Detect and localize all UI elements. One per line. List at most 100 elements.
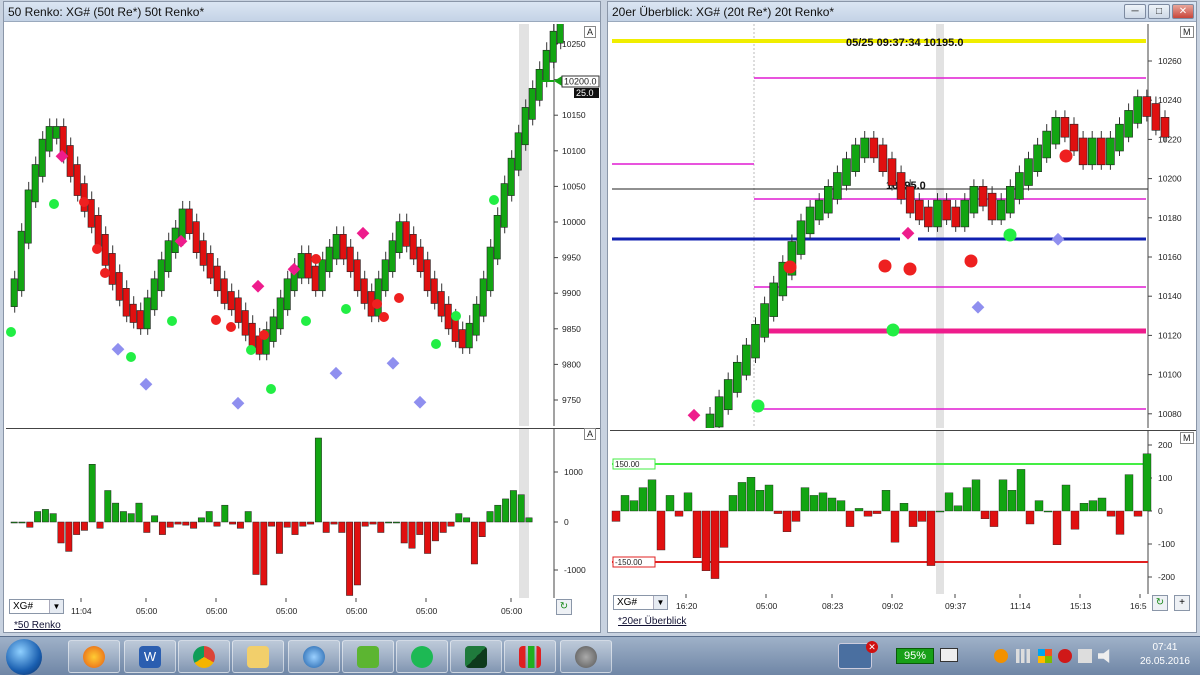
avast-icon[interactable] [994, 649, 1008, 663]
negative-bar [710, 510, 720, 579]
violet-diamond [231, 396, 245, 410]
bear-brick [94, 215, 102, 247]
refresh-icon[interactable]: ↻ [1152, 595, 1168, 611]
gimp-icon[interactable] [560, 640, 612, 673]
bull-brick [996, 199, 1006, 221]
bear-brick [213, 265, 221, 292]
minimize-button[interactable]: ─ [1124, 4, 1146, 19]
bull-brick [824, 186, 833, 214]
right-osc-tick-label: 200 [1158, 440, 1172, 450]
thunderbird-icon[interactable] [288, 640, 340, 673]
explorer-folder-icon[interactable] [232, 640, 284, 673]
bull-brick [960, 199, 970, 228]
left-osc-a-label[interactable]: A [584, 428, 597, 440]
bear-brick [416, 246, 424, 273]
left-osc-tick-label: 1000 [564, 467, 583, 477]
battery-indicator[interactable]: 95% [896, 648, 934, 664]
left-osc-pane[interactable]: 1000 0 -1000 [6, 428, 600, 598]
bear-brick [185, 208, 193, 234]
positive-bar [151, 515, 159, 523]
bear-brick [304, 253, 312, 279]
right-m-label[interactable]: M [1180, 26, 1194, 38]
right-osc-chart[interactable]: 200 100 0 -100 -200 150.00 -150.00 [610, 431, 1196, 594]
close-button[interactable]: ✕ [1172, 4, 1194, 19]
bear-brick [101, 234, 109, 266]
evernote-icon[interactable] [342, 640, 394, 673]
left-instrument-select[interactable]: XG# ▼ [9, 599, 64, 614]
bull-brick [31, 164, 39, 203]
green-signal-dot [126, 352, 136, 362]
negative-bar [431, 521, 439, 542]
right-instrument-select[interactable]: XG# ▼ [613, 595, 668, 610]
bear-brick [978, 186, 988, 207]
positive-bar [455, 513, 463, 523]
bear-brick [1078, 137, 1088, 166]
right-price-pane[interactable]: 10260 10240 10220 10200 10180 10160 10140 10120… [610, 24, 1196, 428]
bear-brick [942, 199, 951, 221]
positive-bar [494, 504, 502, 523]
red-signal-dot [903, 262, 917, 276]
negative-bar [863, 510, 873, 517]
negative-bar [692, 510, 702, 558]
positive-bar [1061, 484, 1071, 512]
system-clock[interactable]: 07:41 26.05.2016 [1140, 641, 1190, 669]
left-osc-chart[interactable]: 1000 0 -1000 [6, 429, 600, 598]
left-x-tick-label: 11:04 [71, 606, 92, 616]
bull-brick [535, 68, 543, 101]
bull-brick [860, 137, 869, 159]
word-icon[interactable]: W [124, 640, 176, 673]
positive-bar [1079, 502, 1089, 512]
start-orb-icon[interactable] [6, 639, 42, 675]
red-signal-dot [394, 293, 404, 303]
green-signal-dot [49, 199, 59, 209]
left-price-chart[interactable]: 1025010200101501010010050100009950990098… [6, 24, 600, 426]
bear-brick [129, 303, 137, 323]
bull-brick [479, 278, 487, 317]
chart-app-icon[interactable] [504, 640, 556, 673]
refresh-icon[interactable]: ↻ [556, 599, 572, 615]
speaker-icon[interactable] [1098, 649, 1110, 663]
right-osc-pane[interactable]: 200 100 0 -100 -200 150.00 -150.00 [610, 430, 1196, 594]
bull-brick [388, 240, 396, 273]
positive-bar [1142, 453, 1152, 512]
positive-bar [112, 502, 120, 523]
tray-red-icon[interactable] [1058, 649, 1072, 663]
right-price-chart[interactable]: 1026010240102201020010180101601014010120… [610, 24, 1196, 428]
bull-brick [297, 253, 305, 279]
positive-bar [509, 490, 517, 523]
negative-bar [174, 521, 182, 525]
right-osc-m-label[interactable]: M [1180, 432, 1194, 444]
bear-brick [905, 186, 915, 214]
bear-brick [199, 240, 207, 266]
negative-bar [917, 510, 927, 522]
right-y-tick-label: 10260 [1158, 56, 1182, 66]
positive-bar [197, 517, 205, 523]
positive-bar [244, 511, 252, 523]
left-price-pane[interactable]: 1025010200101501010010050100009950990098… [6, 24, 600, 426]
bull-brick [1124, 110, 1133, 138]
signal-icon[interactable] [1016, 649, 1030, 663]
negative-bar [73, 521, 81, 535]
right-chart-tab[interactable]: *20er Überblick [618, 616, 686, 627]
spotify-icon[interactable] [396, 640, 448, 673]
left-a-label[interactable]: A [584, 26, 597, 38]
red-signal-dot [1059, 149, 1073, 163]
bear-brick [1160, 117, 1170, 138]
maximize-button[interactable]: □ [1148, 4, 1170, 19]
green-signal-dot [167, 316, 177, 326]
session-band [936, 431, 944, 594]
negative-bar [719, 510, 729, 548]
ninjatrader-icon[interactable] [450, 640, 502, 673]
bull-brick [705, 413, 715, 428]
left-chart-tab[interactable]: *50 Renko [14, 620, 61, 631]
positive-bar [49, 513, 57, 523]
flag-icon[interactable] [1078, 649, 1092, 663]
firefox-icon[interactable] [68, 640, 120, 673]
chrome-icon[interactable] [178, 640, 230, 673]
windows-flag-icon[interactable] [1038, 649, 1052, 663]
add-tab-button[interactable]: + [1174, 595, 1190, 611]
right-x-tick-label: 09:02 [882, 601, 904, 611]
positive-bar [971, 479, 981, 512]
negative-bar [330, 521, 338, 525]
battery-icon[interactable] [940, 648, 958, 662]
